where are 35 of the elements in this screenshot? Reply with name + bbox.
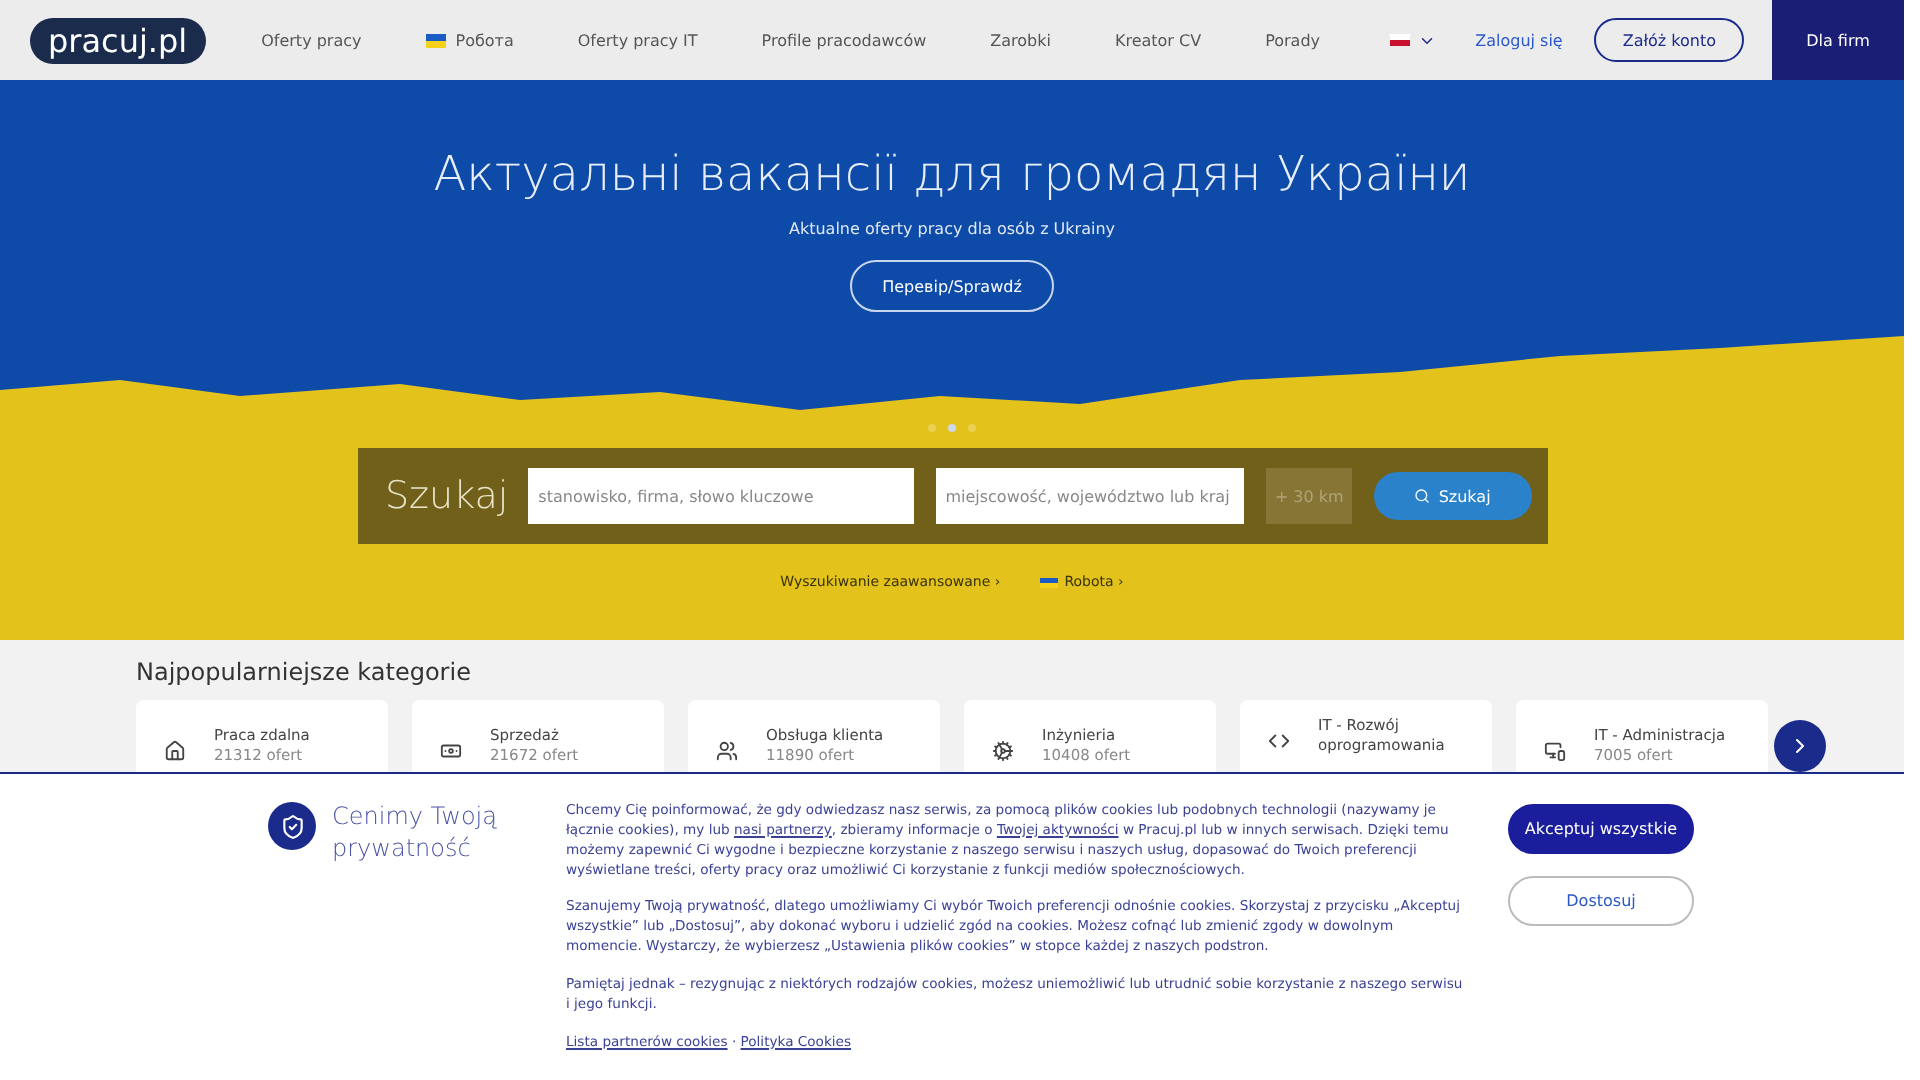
location-field[interactable]: miejscowość, województwo lub kraj [935, 468, 1245, 524]
login-link[interactable]: Zaloguj się [1475, 31, 1563, 49]
hero-subtitle: Aktualne oferty pracy dla osób z Ukrainy [788, 220, 1116, 238]
check-button[interactable]: Перевір/Sprawdź [850, 260, 1054, 312]
devices-icon [1544, 740, 1566, 762]
employers-button[interactable]: Dla firm [1772, 0, 1904, 80]
cookie-title: Cenimy Twoją prywatność [332, 802, 499, 866]
accept-all-button[interactable]: Akceptuj wszystkie [1508, 804, 1694, 854]
nav-link[interactable]: Porady [1233, 31, 1353, 49]
gear-icon [992, 740, 1014, 762]
code-icon [1268, 730, 1290, 752]
house-icon [164, 740, 186, 762]
logo[interactable]: pracuj.pl [30, 17, 206, 63]
customize-button[interactable]: Dostosuj [1508, 876, 1694, 926]
nav-link[interactable]: Profile pracodawców [729, 31, 959, 49]
banknote-icon [440, 740, 462, 762]
carousel-dot[interactable] [948, 424, 956, 432]
shield-icon [268, 802, 316, 850]
section-title: Najpopularniejsze kategorie [136, 658, 473, 686]
carousel-dot[interactable] [968, 424, 976, 432]
nav-link[interactable]: Робота [393, 31, 546, 49]
search-label: Szukaj [385, 474, 509, 518]
next-button[interactable] [1774, 720, 1826, 772]
nav-link[interactable]: Oferty pracy [229, 31, 394, 49]
nav-link[interactable]: Kreator CV [1082, 31, 1234, 49]
carousel-dot[interactable] [928, 424, 936, 432]
register-button[interactable]: Załóż konto [1594, 18, 1744, 62]
keyword-field[interactable]: stanowisko, firma, słowo kluczowe [528, 468, 914, 524]
people-icon [716, 740, 738, 762]
hero-title: Актуальні вакансії для громадян України [433, 146, 1471, 202]
nav-link[interactable]: Oferty pracy IT [545, 31, 730, 49]
language-selector[interactable] [1389, 31, 1436, 49]
search-button[interactable]: Szukaj [1374, 472, 1531, 520]
nav-link[interactable]: Zarobki [958, 31, 1083, 49]
search-icon [1414, 488, 1431, 504]
